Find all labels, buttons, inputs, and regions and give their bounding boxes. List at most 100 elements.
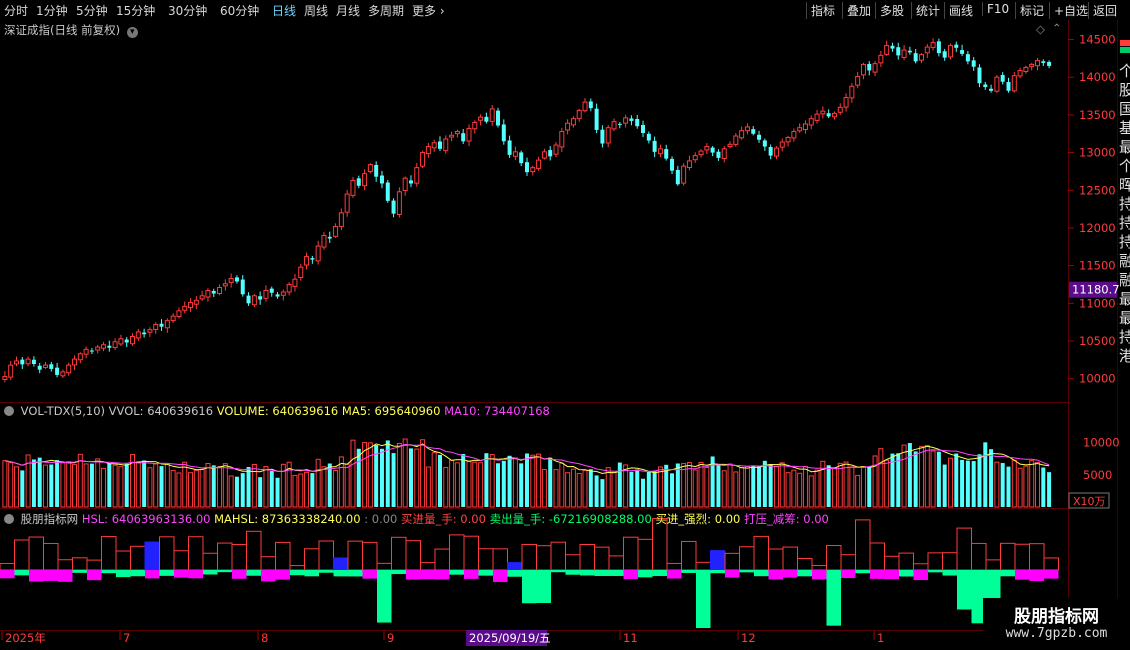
vvol-value: VVOL: 640639616 (108, 404, 214, 418)
volume-indicator-name[interactable]: VOL-TDX(5,10) (21, 404, 105, 418)
side-info-glyph[interactable]: 个 (1119, 62, 1130, 80)
volume-bar (826, 465, 831, 507)
volume-bar (31, 459, 36, 507)
time-tick: 8 (261, 631, 268, 645)
side-info-glyph[interactable]: 股 (1119, 81, 1130, 99)
flow-bar (594, 570, 609, 577)
flow-bar (435, 570, 450, 580)
period-tab-9[interactable]: 多周期 (368, 2, 404, 19)
flow-bar (1015, 570, 1030, 580)
period-tab-4[interactable]: 30分钟 (168, 2, 207, 19)
custom-panel-header: 股朋指标网 HSL: 64063963136.00 MAHSL: 8736333… (4, 511, 829, 527)
volume-bar (646, 472, 651, 507)
side-info-glyph[interactable]: 持 (1119, 233, 1130, 251)
price-tick: 14500 (1079, 33, 1116, 47)
toolbar-button-8[interactable]: 返回 (1088, 2, 1121, 19)
period-tab-10[interactable]: 更多 › (412, 2, 445, 19)
diamond-icon[interactable]: ◇ (1036, 22, 1045, 36)
hsl-bar (318, 540, 334, 571)
side-info-glyph[interactable]: 持 (1119, 328, 1130, 346)
volume-bar (333, 470, 339, 508)
side-info-glyph[interactable]: 港 (1119, 347, 1130, 365)
side-info-glyph[interactable]: 融 (1119, 252, 1130, 270)
volume-unit: X10万 (1073, 495, 1106, 508)
volume-bar (849, 466, 855, 508)
volume-bar (437, 454, 442, 507)
side-info-glyph[interactable]: 融 (1119, 271, 1130, 289)
volume-bar (391, 453, 396, 507)
flow-bar (754, 570, 769, 577)
chevron-down-icon[interactable]: ▾ (126, 27, 138, 38)
period-tab-2[interactable]: 5分钟 (76, 2, 108, 19)
toolbar-button-2[interactable]: 多股 (875, 2, 908, 19)
volume-tick: 10000 (1083, 436, 1120, 450)
toolbar-button-1[interactable]: 叠加 (842, 2, 875, 19)
hsl-bar (43, 542, 59, 571)
side-info-glyph[interactable]: 基 (1119, 119, 1130, 137)
period-tab-8[interactable]: 月线 (336, 2, 360, 19)
toolbar-button-5[interactable]: F10 (982, 2, 1013, 16)
volume-bar (14, 466, 20, 508)
volume-bar (901, 444, 907, 508)
hsl-bar (579, 543, 595, 571)
flow-bar (348, 570, 363, 577)
period-tab-7[interactable]: 周线 (304, 2, 328, 19)
volume-bar (1017, 467, 1023, 508)
period-tab-5[interactable]: 60分钟 (220, 2, 259, 19)
volume-bar (66, 461, 72, 508)
volume-bar (588, 469, 593, 507)
side-info-glyph[interactable]: 最 (1119, 138, 1130, 156)
hsl-bar (927, 552, 943, 571)
period-tab-0[interactable]: 分时 (4, 2, 28, 19)
volume-bar (414, 448, 420, 508)
toolbar-button-3[interactable]: 统计 (911, 2, 944, 19)
toolbar-button-6[interactable]: 标记 (1015, 2, 1048, 19)
volume-bar (1000, 463, 1005, 507)
hsl-bar (362, 541, 378, 571)
buy-strong-value: 买进_强烈: 0.00 (655, 512, 741, 526)
side-info-glyph[interactable]: 最 (1119, 290, 1130, 308)
cursor-date-text: 2025/09/19/五 (469, 631, 551, 645)
flow-bar (957, 570, 972, 610)
settings-circle-icon[interactable] (4, 514, 14, 524)
side-info-glyph[interactable]: 最 (1119, 309, 1130, 327)
side-info-glyph[interactable]: 个 (1119, 157, 1130, 175)
flow-bar (565, 570, 580, 575)
flow-bar (406, 570, 421, 580)
volume-bar (246, 466, 251, 507)
volume-bar (733, 471, 739, 508)
volume-bar (327, 463, 332, 507)
hsl-bar (985, 559, 1001, 571)
candle (681, 163, 687, 186)
hsl-bar (289, 565, 305, 571)
hsl-bar (507, 562, 523, 571)
volume-bar (762, 460, 767, 507)
ma5-value: MA5: 695640960 (341, 404, 441, 418)
volume-bar (1023, 465, 1029, 508)
hsl-bar (275, 541, 291, 571)
volume-bar (211, 465, 216, 507)
chart-area[interactable]: 1450014000135001300012500120001150011000… (0, 20, 1130, 650)
toolbar-button-4[interactable]: 画线 (944, 2, 977, 19)
toolbar-button-7[interactable]: +自选 (1049, 2, 1092, 19)
volume-bar (188, 472, 194, 508)
hsl-bar (710, 550, 726, 571)
toolbar-button-0[interactable]: 指标 (806, 2, 839, 19)
custom-indicator-name[interactable]: 股朋指标网 (21, 512, 79, 526)
period-tab-3[interactable]: 15分钟 (116, 2, 155, 19)
period-tab-1[interactable]: 1分钟 (36, 2, 68, 19)
price-tick: 12500 (1079, 183, 1116, 197)
side-info-glyph[interactable]: 持 (1119, 214, 1130, 232)
settings-circle-icon[interactable] (4, 406, 14, 416)
flow-bar (58, 570, 73, 582)
period-tab-6[interactable]: 日线 (272, 2, 296, 19)
flow-bar (232, 570, 247, 579)
flow-bar (0, 570, 15, 579)
side-info-glyph[interactable]: 国 (1119, 100, 1130, 118)
side-info-glyph[interactable]: 持 (1119, 195, 1130, 213)
expand-up-icon[interactable]: ⌃ (1052, 21, 1062, 35)
volume-bar (95, 458, 101, 508)
main-chart-title[interactable]: 深证成指(日线 前复权) ▾ (4, 22, 138, 38)
side-info-glyph[interactable]: 晖 (1119, 176, 1130, 194)
volume-bar (872, 455, 878, 508)
